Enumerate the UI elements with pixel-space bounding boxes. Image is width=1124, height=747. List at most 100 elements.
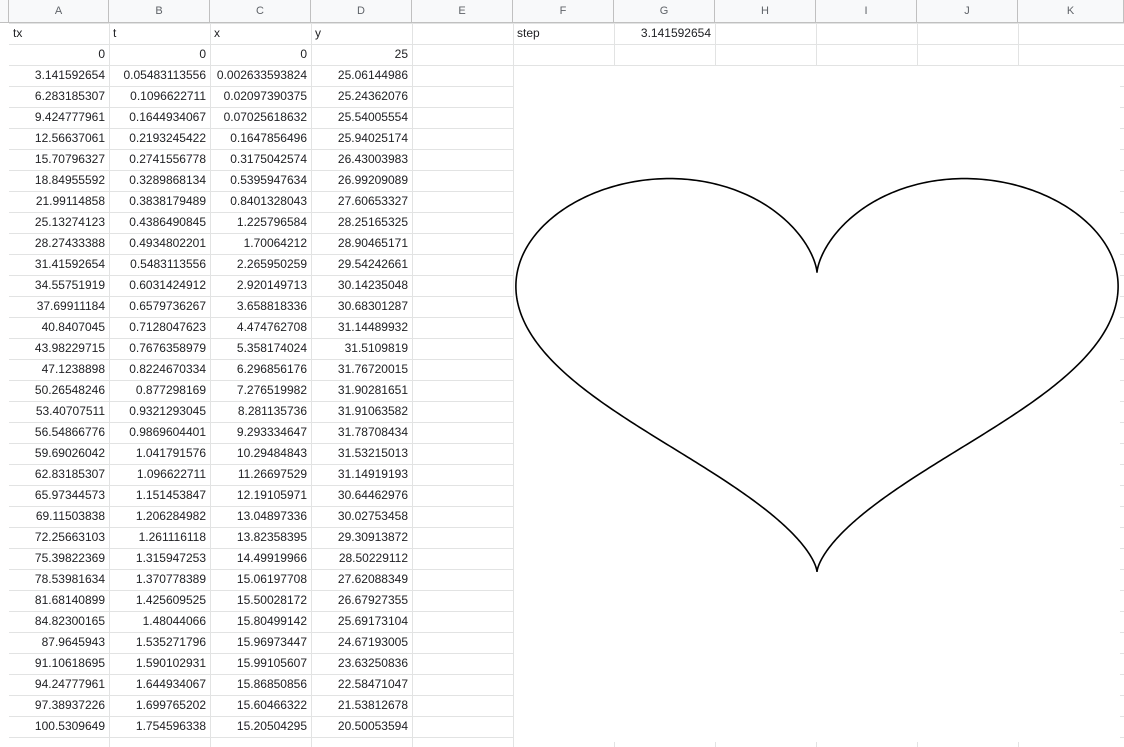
column-header-j[interactable]: J (917, 0, 1018, 23)
data-cell[interactable]: 0.9869604401 (109, 422, 210, 443)
data-cell[interactable]: 0.8224670334 (109, 359, 210, 380)
data-cell[interactable]: 31.14489932 (311, 317, 412, 338)
data-cell[interactable]: 0.3175042574 (210, 149, 311, 170)
data-cell[interactable]: 56.54866776 (9, 422, 109, 443)
data-cell[interactable]: 91.10618695 (9, 653, 109, 674)
data-cell[interactable]: 0.877298169 (109, 380, 210, 401)
data-cell[interactable]: 15.96973447 (210, 632, 311, 653)
data-cell[interactable]: 14.49919966 (210, 548, 311, 569)
column-header-c[interactable]: C (210, 0, 311, 23)
data-cell[interactable]: 62.83185307 (9, 464, 109, 485)
data-cell[interactable]: 81.68140899 (9, 590, 109, 611)
data-cell[interactable]: 21.53812678 (311, 695, 412, 716)
data-cell[interactable]: 15.80499142 (210, 611, 311, 632)
data-cell[interactable]: 15.06197708 (210, 569, 311, 590)
data-cell[interactable]: 6.296856176 (210, 359, 311, 380)
header-cell[interactable]: y (311, 23, 412, 44)
data-cell[interactable]: 72.25663103 (9, 527, 109, 548)
data-cell[interactable]: 20.50053594 (311, 716, 412, 737)
data-cell[interactable]: 0.002633593824 (210, 65, 311, 86)
data-cell[interactable]: 47.1238898 (9, 359, 109, 380)
data-cell[interactable]: 43.98229715 (9, 338, 109, 359)
data-cell[interactable]: 12.56637061 (9, 128, 109, 149)
data-cell[interactable]: 10.29484843 (210, 443, 311, 464)
data-cell[interactable]: 1.754596338 (109, 716, 210, 737)
data-cell[interactable]: 0.6031424912 (109, 275, 210, 296)
data-cell[interactable]: 26.43003983 (311, 149, 412, 170)
data-cell[interactable]: 0.4386490845 (109, 212, 210, 233)
heart-chart[interactable] (514, 66, 1120, 742)
step-value-cell[interactable]: 3.141592654 (614, 23, 715, 44)
data-cell[interactable]: 1.206284982 (109, 506, 210, 527)
data-cell[interactable]: 9.293334647 (210, 422, 311, 443)
data-cell[interactable]: 75.39822369 (9, 548, 109, 569)
data-cell[interactable]: 11.26697529 (210, 464, 311, 485)
data-cell[interactable]: 31.41592654 (9, 254, 109, 275)
header-cell[interactable]: tx (9, 23, 109, 44)
column-header-a[interactable]: A (9, 0, 109, 23)
data-cell[interactable]: 0.5395947634 (210, 170, 311, 191)
data-cell[interactable]: 78.53981634 (9, 569, 109, 590)
data-cell[interactable]: 0.3289868134 (109, 170, 210, 191)
header-cell[interactable]: x (210, 23, 311, 44)
data-cell[interactable]: 28.25165325 (311, 212, 412, 233)
data-cell[interactable]: 12.19105971 (210, 485, 311, 506)
data-cell[interactable]: 7.276519982 (210, 380, 311, 401)
data-cell[interactable]: 26.67927355 (311, 590, 412, 611)
data-cell[interactable]: 22.58471047 (311, 674, 412, 695)
data-cell[interactable]: 40.8407045 (9, 317, 109, 338)
data-cell[interactable]: 94.24777961 (9, 674, 109, 695)
data-cell[interactable]: 1.48044066 (109, 611, 210, 632)
data-cell[interactable]: 15.86850856 (210, 674, 311, 695)
column-header-k[interactable]: K (1018, 0, 1124, 23)
column-header-h[interactable]: H (715, 0, 816, 23)
data-cell[interactable]: 37.69911184 (9, 296, 109, 317)
data-cell[interactable]: 87.9645943 (9, 632, 109, 653)
select-all-corner[interactable] (0, 0, 9, 23)
data-cell[interactable]: 0.7676358979 (109, 338, 210, 359)
data-cell[interactable]: 0.6579736267 (109, 296, 210, 317)
data-cell[interactable]: 97.38937226 (9, 695, 109, 716)
data-cell[interactable]: 31.76720015 (311, 359, 412, 380)
data-cell[interactable]: 15.20504295 (210, 716, 311, 737)
data-cell[interactable]: 25.69173104 (311, 611, 412, 632)
data-cell[interactable]: 0 (109, 44, 210, 65)
data-cell[interactable]: 13.04897336 (210, 506, 311, 527)
data-cell[interactable]: 25 (311, 44, 412, 65)
data-cell[interactable]: 9.424777961 (9, 107, 109, 128)
data-cell[interactable]: 31.78708434 (311, 422, 412, 443)
data-cell[interactable]: 15.50028172 (210, 590, 311, 611)
data-cell[interactable]: 31.53215013 (311, 443, 412, 464)
data-cell[interactable]: 0.2741556778 (109, 149, 210, 170)
data-cell[interactable]: 29.54242661 (311, 254, 412, 275)
data-cell[interactable]: 25.94025174 (311, 128, 412, 149)
data-cell[interactable]: 1.225796584 (210, 212, 311, 233)
data-cell[interactable]: 6.283185307 (9, 86, 109, 107)
data-cell[interactable]: 30.68301287 (311, 296, 412, 317)
column-header-f[interactable]: F (513, 0, 614, 23)
data-cell[interactable]: 31.91063582 (311, 401, 412, 422)
data-cell[interactable]: 1.644934067 (109, 674, 210, 695)
data-cell[interactable]: 1.370778389 (109, 569, 210, 590)
step-label-cell[interactable]: step (513, 23, 614, 44)
data-cell[interactable]: 18.84955592 (9, 170, 109, 191)
column-header-b[interactable]: B (109, 0, 210, 23)
data-cell[interactable]: 34.55751919 (9, 275, 109, 296)
data-cell[interactable]: 0 (210, 44, 311, 65)
data-cell[interactable]: 26.99209089 (311, 170, 412, 191)
data-cell[interactable]: 24.67193005 (311, 632, 412, 653)
data-cell[interactable]: 1.590102931 (109, 653, 210, 674)
data-cell[interactable]: 0.8401328043 (210, 191, 311, 212)
data-cell[interactable]: 0.02097390375 (210, 86, 311, 107)
data-cell[interactable]: 15.99105607 (210, 653, 311, 674)
data-cell[interactable]: 1.041791576 (109, 443, 210, 464)
data-cell[interactable]: 0.05483113556 (109, 65, 210, 86)
data-cell[interactable]: 27.60653327 (311, 191, 412, 212)
data-cell[interactable]: 1.261116118 (109, 527, 210, 548)
data-cell[interactable]: 0.1096622711 (109, 86, 210, 107)
data-cell[interactable]: 1.699765202 (109, 695, 210, 716)
data-cell[interactable]: 27.62088349 (311, 569, 412, 590)
data-cell[interactable]: 65.97344573 (9, 485, 109, 506)
data-cell[interactable]: 5.358174024 (210, 338, 311, 359)
data-cell[interactable]: 1.315947253 (109, 548, 210, 569)
